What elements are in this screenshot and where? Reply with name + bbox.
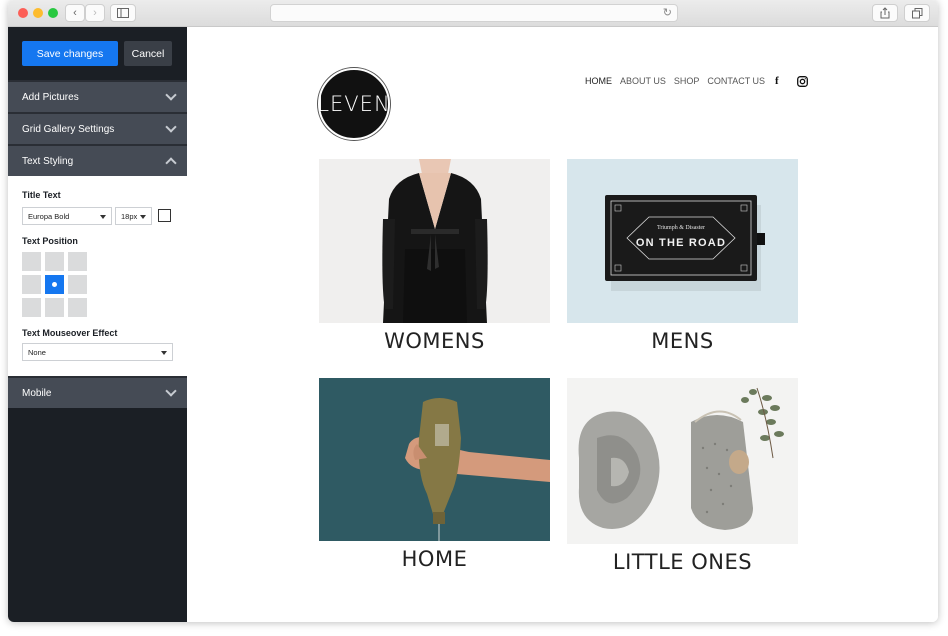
mouseover-effect-value: None: [28, 347, 46, 357]
position-middle-right[interactable]: [68, 275, 87, 294]
forward-button[interactable]: ›: [85, 4, 105, 22]
text-styling-panel: Title Text Europa Bold 18px Text Positio…: [8, 176, 187, 376]
section-label: Text Styling: [22, 155, 74, 167]
section-mobile[interactable]: Mobile: [8, 376, 187, 408]
close-window-button[interactable]: [18, 8, 28, 18]
site-logo[interactable]: LEVEN: [317, 68, 391, 140]
chevron-down-icon: [165, 121, 177, 133]
facebook-icon[interactable]: f: [775, 75, 779, 87]
position-top-center[interactable]: [45, 252, 64, 271]
font-select[interactable]: Europa Bold: [22, 207, 112, 225]
little-ones-photo: [567, 378, 798, 544]
tabs-icon: [911, 7, 922, 18]
share-button[interactable]: [872, 4, 898, 22]
font-size-select[interactable]: 18px: [115, 207, 152, 225]
font-select-value: Europa Bold: [28, 211, 70, 221]
position-middle-center[interactable]: [45, 275, 64, 294]
logo-text: LEVEN: [317, 92, 391, 116]
position-bottom-left[interactable]: [22, 298, 41, 317]
section-add-pictures[interactable]: Add Pictures: [8, 80, 187, 112]
tile-caption: MENS: [651, 329, 714, 353]
nav-link-about-us[interactable]: ABOUT US: [620, 76, 666, 86]
share-icon: [880, 7, 890, 19]
gallery-tile-mens[interactable]: Triumph & Disaster ON THE ROAD MENS: [567, 159, 798, 359]
font-size-value: 18px: [121, 211, 138, 221]
tile-caption: HOME: [401, 547, 468, 571]
box-brand-text: Triumph & Disaster: [657, 225, 705, 231]
position-top-right[interactable]: [68, 252, 87, 271]
text-color-swatch[interactable]: [158, 209, 171, 222]
title-text-label: Title Text: [22, 190, 61, 200]
section-label: Mobile: [22, 387, 52, 399]
gallery-tile-home[interactable]: HOME: [319, 378, 550, 578]
tile-caption: LITTLE ONES: [612, 550, 753, 574]
cancel-button[interactable]: Cancel: [124, 41, 172, 66]
box-title-text: ON THE ROAD: [636, 237, 726, 249]
sidebar-toggle-button[interactable]: [110, 4, 136, 22]
caret-down-icon: [100, 215, 106, 219]
section-label: Grid Gallery Settings: [22, 123, 115, 135]
womens-photo: [319, 159, 550, 323]
gallery-tile-little-ones[interactable]: LITTLE ONES: [567, 378, 798, 584]
mens-photo: Triumph & Disaster ON THE ROAD: [567, 159, 798, 323]
tabs-button[interactable]: [904, 4, 930, 22]
site-nav: HOME ABOUT US SHOP CONTACT US: [585, 76, 773, 86]
mouseover-effect-label: Text Mouseover Effect: [22, 328, 118, 338]
minimize-window-button[interactable]: [33, 8, 43, 18]
caret-down-icon: [140, 215, 146, 219]
nav-link-contact-us[interactable]: CONTACT US: [707, 76, 765, 86]
section-text-styling[interactable]: Text Styling: [8, 144, 187, 176]
browser-titlebar: ‹ › ↻: [8, 0, 938, 27]
browser-window: ‹ › ↻ Save changes Cancel Add Pictures G…: [8, 0, 938, 622]
chevron-down-icon: [165, 89, 177, 101]
position-bottom-right[interactable]: [68, 298, 87, 317]
instagram-icon[interactable]: [797, 76, 808, 90]
section-grid-gallery-settings[interactable]: Grid Gallery Settings: [8, 112, 187, 144]
chevron-up-icon: [165, 157, 177, 169]
address-bar[interactable]: ↻: [270, 4, 678, 22]
back-button[interactable]: ‹: [65, 4, 85, 22]
home-photo: [319, 378, 550, 541]
nav-link-home[interactable]: HOME: [585, 76, 612, 86]
mouseover-effect-select[interactable]: None: [22, 343, 173, 361]
caret-down-icon: [161, 351, 167, 355]
sidebar-icon: [117, 8, 129, 18]
position-top-left[interactable]: [22, 252, 41, 271]
section-label: Add Pictures: [22, 91, 79, 103]
position-middle-left[interactable]: [22, 275, 41, 294]
editor-sidebar: Save changes Cancel Add Pictures Grid Ga…: [8, 27, 187, 622]
tile-caption: WOMENS: [384, 329, 485, 353]
website-preview: LEVEN HOME ABOUT US SHOP CONTACT US f WO…: [187, 27, 938, 622]
chevron-down-icon: [165, 385, 177, 397]
zoom-window-button[interactable]: [48, 8, 58, 18]
save-changes-button[interactable]: Save changes: [22, 41, 118, 66]
reload-icon[interactable]: ↻: [663, 6, 672, 19]
editor-topbar: Save changes Cancel: [8, 27, 187, 80]
position-bottom-center[interactable]: [45, 298, 64, 317]
text-position-label: Text Position: [22, 236, 78, 246]
gallery-tile-womens[interactable]: WOMENS: [319, 159, 550, 359]
nav-link-shop[interactable]: SHOP: [674, 76, 700, 86]
